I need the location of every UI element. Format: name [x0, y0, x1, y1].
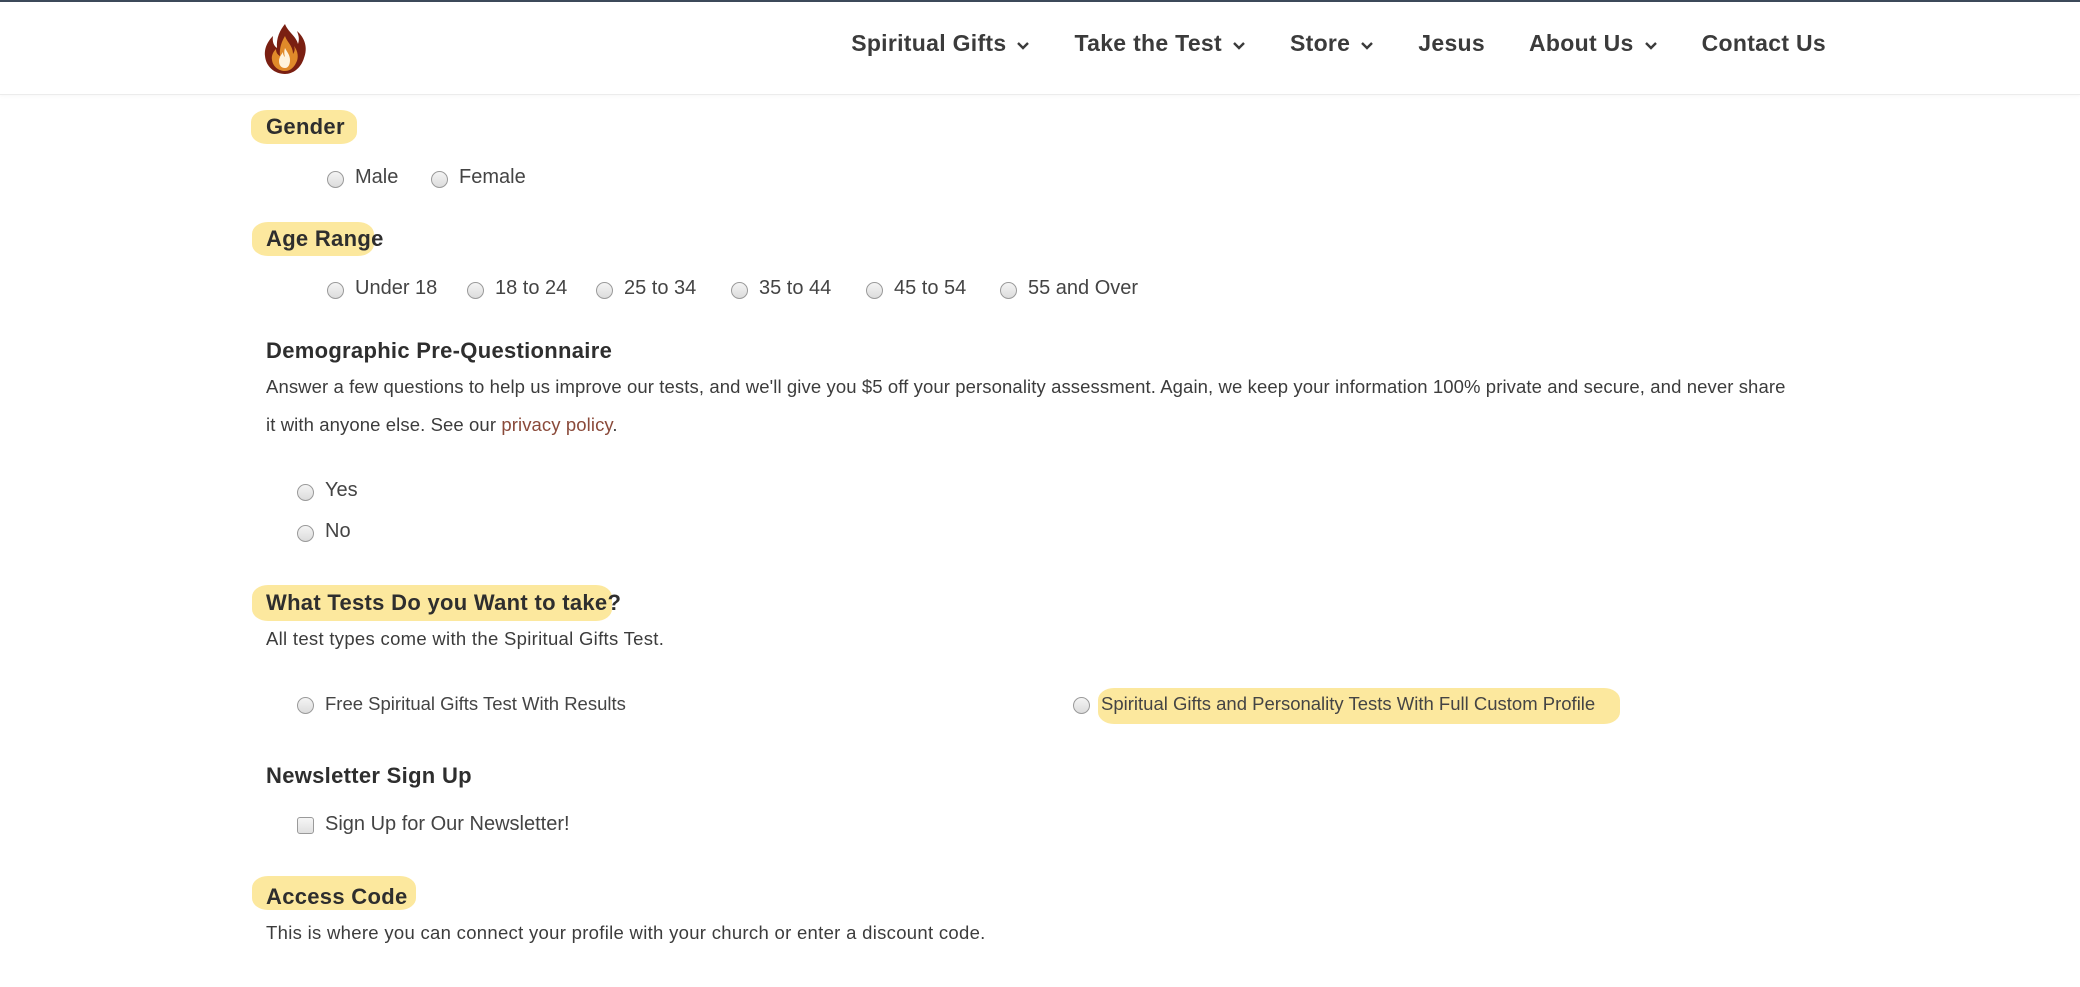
radio-button[interactable] — [467, 281, 484, 299]
privacy-policy-link[interactable]: privacy policy — [501, 414, 612, 435]
tests-heading: What Tests Do you Want to take? — [266, 590, 622, 615]
option-label: Female — [459, 166, 526, 188]
newsletter-option[interactable]: Sign Up for Our Newsletter! — [297, 813, 570, 836]
gender-heading: Gender — [266, 114, 345, 139]
option-label: 18 to 24 — [495, 277, 568, 299]
radio-button[interactable] — [731, 281, 748, 299]
demographic-option-no[interactable]: No — [297, 520, 351, 543]
demographic-description: Answer a few questions to help us improv… — [266, 368, 1906, 444]
age-option-45-54[interactable]: 45 to 54 — [866, 277, 966, 300]
option-label: Free Spiritual Gifts Test With Results — [325, 693, 626, 714]
radio-button[interactable] — [1000, 281, 1017, 299]
age-option-55-over[interactable]: 55 and Over — [1000, 277, 1138, 300]
signup-form: Gender Male Female Age Range Under 18 18… — [0, 0, 2080, 987]
radio-button[interactable] — [1073, 697, 1090, 714]
gender-option-female[interactable]: Female — [431, 166, 526, 189]
option-label: Yes — [325, 479, 358, 501]
option-label: 25 to 34 — [624, 277, 697, 299]
radio-button[interactable] — [327, 281, 344, 299]
demographic-heading: Demographic Pre-Questionnaire — [266, 338, 613, 363]
test-option-free[interactable]: Free Spiritual Gifts Test With Results — [297, 693, 626, 715]
newsletter-heading: Newsletter Sign Up — [266, 763, 472, 788]
option-label: Sign Up for Our Newsletter! — [325, 813, 570, 835]
option-label: Under 18 — [355, 277, 438, 299]
option-label: No — [325, 520, 351, 542]
age-option-18-24[interactable]: 18 to 24 — [467, 277, 567, 300]
demographic-option-yes[interactable]: Yes — [297, 479, 358, 502]
gender-option-male[interactable]: Male — [327, 166, 398, 189]
radio-button[interactable] — [596, 281, 613, 299]
option-label: Spiritual Gifts and Personality Tests Wi… — [1101, 693, 1596, 714]
option-label: Male — [355, 166, 399, 188]
option-label: 35 to 44 — [759, 277, 832, 299]
access-code-description: This is where you can connect your profi… — [266, 922, 986, 943]
description-line: it with anyone else. See our privacy pol… — [266, 406, 1906, 444]
age-option-25-34[interactable]: 25 to 34 — [596, 277, 696, 300]
age-range-heading: Age Range — [266, 226, 384, 251]
option-label: 45 to 54 — [894, 277, 967, 299]
description-text: it with anyone else. See our — [266, 414, 502, 435]
test-option-full-profile[interactable]: Spiritual Gifts and Personality Tests Wi… — [1073, 693, 1595, 715]
radio-button[interactable] — [327, 170, 344, 188]
tests-subtitle: All test types come with the Spiritual G… — [266, 628, 665, 649]
age-option-under-18[interactable]: Under 18 — [327, 277, 437, 300]
newsletter-checkbox[interactable] — [297, 817, 314, 834]
radio-button[interactable] — [297, 697, 314, 714]
radio-button[interactable] — [866, 281, 883, 299]
radio-button[interactable] — [297, 524, 314, 542]
age-option-35-44[interactable]: 35 to 44 — [731, 277, 831, 300]
access-code-heading: Access Code — [266, 884, 408, 909]
description-text: . — [612, 414, 618, 435]
description-line: Answer a few questions to help us improv… — [266, 376, 1786, 397]
radio-button[interactable] — [297, 483, 314, 501]
radio-button[interactable] — [431, 170, 448, 188]
option-label: 55 and Over — [1028, 277, 1139, 299]
